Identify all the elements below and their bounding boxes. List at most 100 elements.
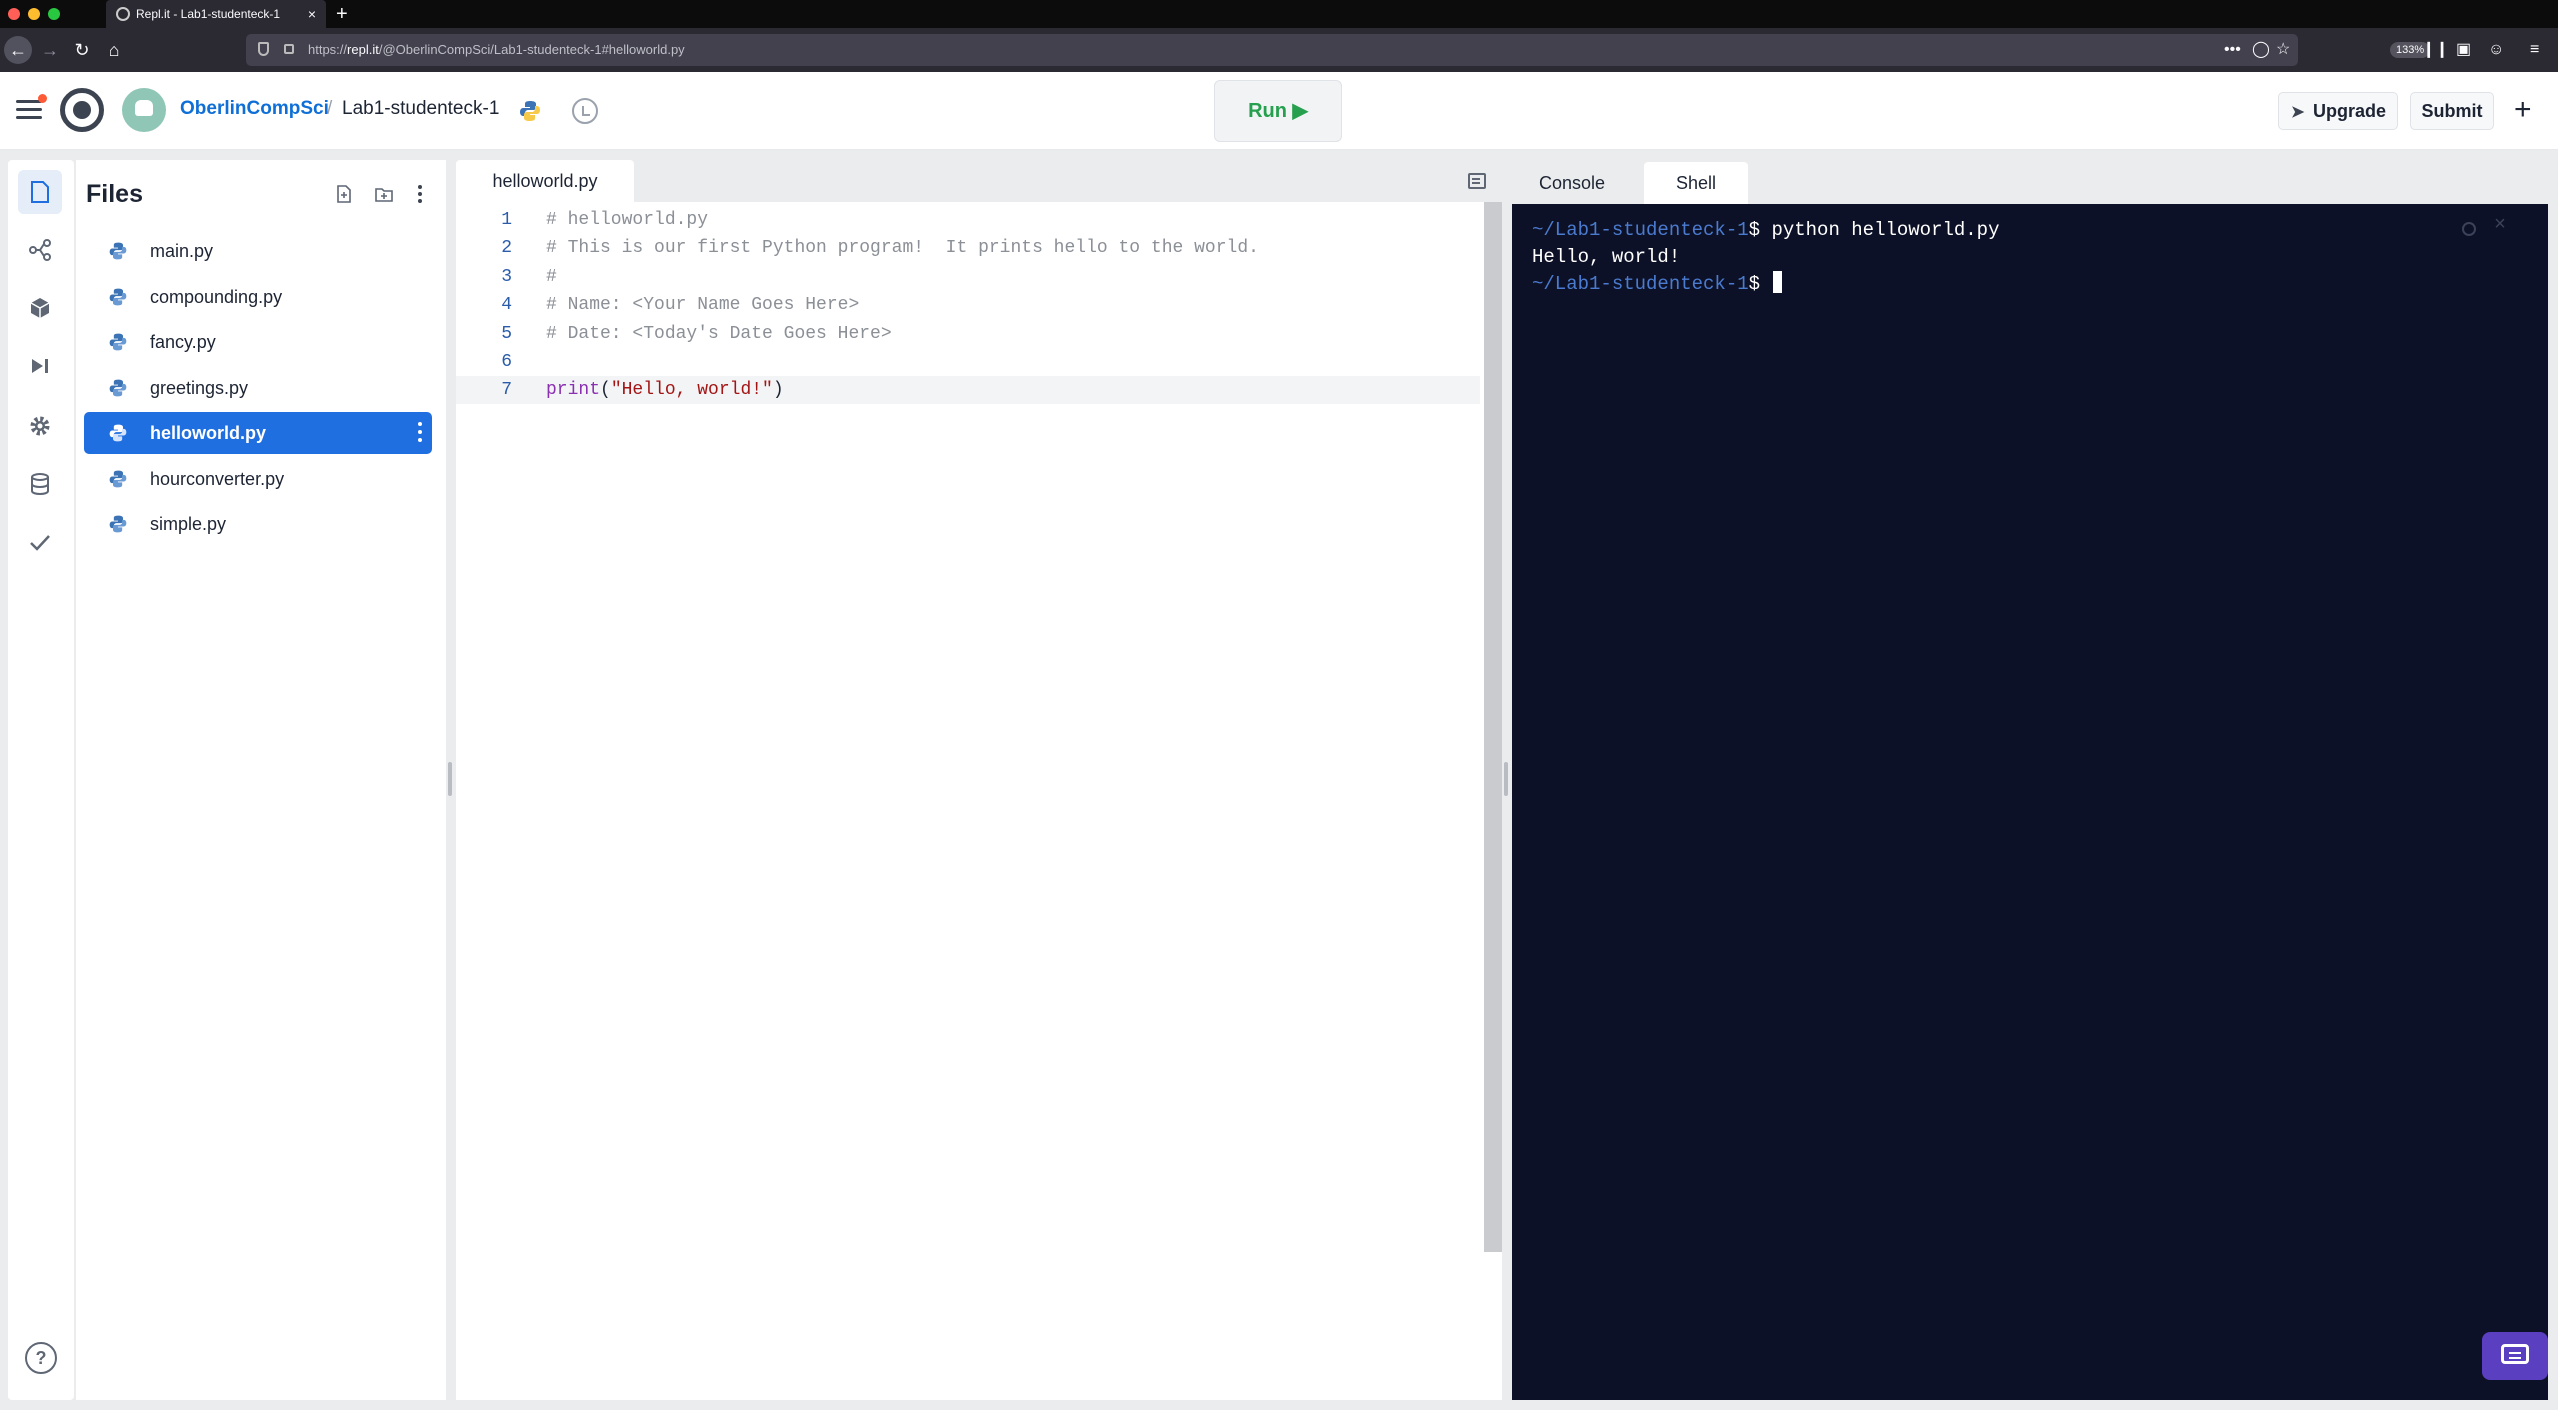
- window-minimize-button[interactable]: [28, 8, 40, 20]
- forward-arrow-icon[interactable]: →: [36, 36, 64, 64]
- owner-link[interactable]: OberlinCompSci: [180, 98, 329, 120]
- packages-rail-button[interactable]: [18, 286, 62, 330]
- pocket-icon[interactable]: ◯: [2252, 34, 2270, 66]
- file-name: simple.py: [150, 514, 227, 534]
- code-line: 2 # This is our first Python program! It …: [456, 234, 1480, 262]
- file-item-fancy[interactable]: fancy.py: [84, 321, 432, 363]
- code-text: # Date: <Today's Date Goes Here>: [546, 323, 892, 344]
- output-tab-bar: Console Shell: [1512, 160, 2548, 204]
- file-item-simple[interactable]: simple.py: [84, 503, 432, 545]
- reload-icon[interactable]: ↻: [68, 36, 96, 64]
- line-number: 3: [501, 266, 512, 287]
- editor-settings-icon[interactable]: [1468, 173, 1486, 189]
- help-icon[interactable]: ?: [25, 1342, 57, 1374]
- code-paren-open: (: [600, 380, 611, 401]
- tab-shell[interactable]: Shell: [1644, 162, 1748, 204]
- files-more-icon[interactable]: [410, 184, 430, 204]
- shell-search-icon[interactable]: [2462, 222, 2476, 236]
- file-item-helloworld[interactable]: helloworld.py: [84, 412, 432, 454]
- browser-tab[interactable]: Repl.it - Lab1-studenteck-1 ×: [106, 0, 326, 28]
- page-actions-icon[interactable]: •••: [2224, 34, 2241, 66]
- file-more-icon[interactable]: [418, 422, 422, 444]
- file-name: fancy.py: [150, 332, 216, 352]
- shell-line-output: Hello, world!: [1532, 246, 1681, 268]
- code-editor[interactable]: 1 # helloworld.py 2 # This is our first Pyt…: [456, 202, 1502, 1400]
- code-line: 7 print("Hello, world!"): [456, 376, 1480, 405]
- file-item-compounding[interactable]: compounding.py: [84, 276, 432, 318]
- step-forward-icon: [32, 359, 48, 373]
- back-arrow-icon[interactable]: ←: [4, 36, 32, 64]
- shell-close-icon[interactable]: ×: [2494, 216, 2506, 236]
- line-number: 2: [501, 238, 512, 259]
- line-number: 6: [501, 352, 512, 372]
- add-pane-icon[interactable]: +: [2514, 90, 2532, 130]
- bookmark-star-icon[interactable]: ☆: [2276, 34, 2290, 66]
- chat-bubble-icon: [2501, 1344, 2529, 1364]
- code-string: "Hello, world!": [610, 380, 773, 401]
- submit-button[interactable]: Submit: [2410, 92, 2494, 130]
- file-item-greetings[interactable]: greetings.py: [84, 367, 432, 409]
- files-rail-button[interactable]: [18, 170, 62, 214]
- checkmark-icon: [30, 535, 50, 551]
- file-icon: [31, 181, 49, 203]
- code-function: print: [546, 380, 601, 401]
- replit-logo-icon[interactable]: [60, 88, 104, 132]
- editor-tab-helloworld[interactable]: helloworld.py: [456, 160, 634, 202]
- account-icon[interactable]: ☺: [2488, 36, 2504, 64]
- git-branch-icon: [29, 239, 51, 261]
- url-text[interactable]: https://repl.it/@OberlinCompSci/Lab1-stu…: [308, 34, 685, 66]
- python-file-icon: [109, 288, 127, 305]
- database-rail-button[interactable]: [18, 462, 62, 506]
- library-icon[interactable]: ❙❙: [2422, 36, 2449, 64]
- new-file-icon[interactable]: [334, 184, 354, 204]
- version-control-rail-button[interactable]: [18, 228, 62, 272]
- file-item-hourconverter[interactable]: hourconverter.py: [84, 458, 432, 500]
- team-avatar[interactable]: [122, 88, 166, 132]
- python-file-icon: [109, 333, 127, 351]
- settings-rail-button[interactable]: [18, 404, 62, 448]
- code-text: # This is our first Python program! It p…: [546, 238, 1259, 259]
- code-line: 1 # helloworld.py: [456, 206, 1480, 234]
- new-tab-button[interactable]: +: [336, 0, 348, 28]
- files-pane-resize-handle[interactable]: [448, 762, 452, 796]
- replit-favicon-icon: [116, 7, 130, 21]
- editor-tab-bar: helloworld.py: [456, 160, 1502, 202]
- debugger-rail-button[interactable]: [18, 344, 62, 388]
- tab-close-icon[interactable]: ×: [308, 0, 316, 28]
- shell-prompt-dollar-2: $: [1748, 273, 1772, 295]
- line-number: 4: [501, 295, 512, 316]
- shell-terminal[interactable]: ~/Lab1-studenteck-1$ python helloworld.p…: [1512, 204, 2548, 1400]
- editor-scrollbar[interactable]: [1484, 202, 1502, 1252]
- file-item-main[interactable]: main.py: [84, 230, 432, 272]
- window-close-button[interactable]: [8, 8, 20, 20]
- new-folder-icon[interactable]: [374, 184, 394, 204]
- app-menu-icon[interactable]: ≡: [2530, 36, 2539, 64]
- code-text: # helloworld.py: [546, 210, 709, 230]
- code-line: 6: [456, 348, 1480, 376]
- file-name: helloworld.py: [150, 423, 267, 443]
- unit-tests-rail-button[interactable]: [18, 520, 62, 564]
- window-maximize-button[interactable]: [48, 8, 60, 20]
- notification-dot: [38, 94, 47, 103]
- home-icon[interactable]: ⌂: [100, 36, 128, 64]
- lock-icon[interactable]: [284, 44, 294, 54]
- workspace-header: OberlinCompSci / Lab1-studenteck-1 Run ▶…: [0, 72, 2558, 150]
- gear-icon: [30, 416, 50, 436]
- line-number: 5: [501, 323, 512, 344]
- sidebar-icon[interactable]: ▣: [2456, 36, 2471, 64]
- hamburger-menu-icon[interactable]: [16, 100, 42, 120]
- python-file-icon: [109, 242, 127, 260]
- repl-name[interactable]: Lab1-studenteck-1: [342, 98, 499, 120]
- history-icon[interactable]: [572, 98, 598, 124]
- run-button[interactable]: Run ▶: [1214, 80, 1342, 142]
- code-line: 5 # Date: <Today's Date Goes Here>: [456, 320, 1480, 348]
- editor-pane-resize-handle[interactable]: [1504, 762, 1508, 796]
- package-cube-icon: [30, 298, 50, 318]
- url-bar[interactable]: https://repl.it/@OberlinCompSci/Lab1-stu…: [246, 34, 2431, 66]
- browser-tab-title: Repl.it - Lab1-studenteck-1: [136, 7, 281, 21]
- tab-console[interactable]: Console: [1520, 162, 1624, 204]
- upgrade-button[interactable]: ➤ Upgrade: [2278, 92, 2398, 130]
- shell-line-prompt: ~/Lab1-studenteck-1$: [1532, 270, 1783, 298]
- chat-support-button[interactable]: [2482, 1332, 2548, 1380]
- tracking-shield-icon[interactable]: [258, 42, 269, 56]
